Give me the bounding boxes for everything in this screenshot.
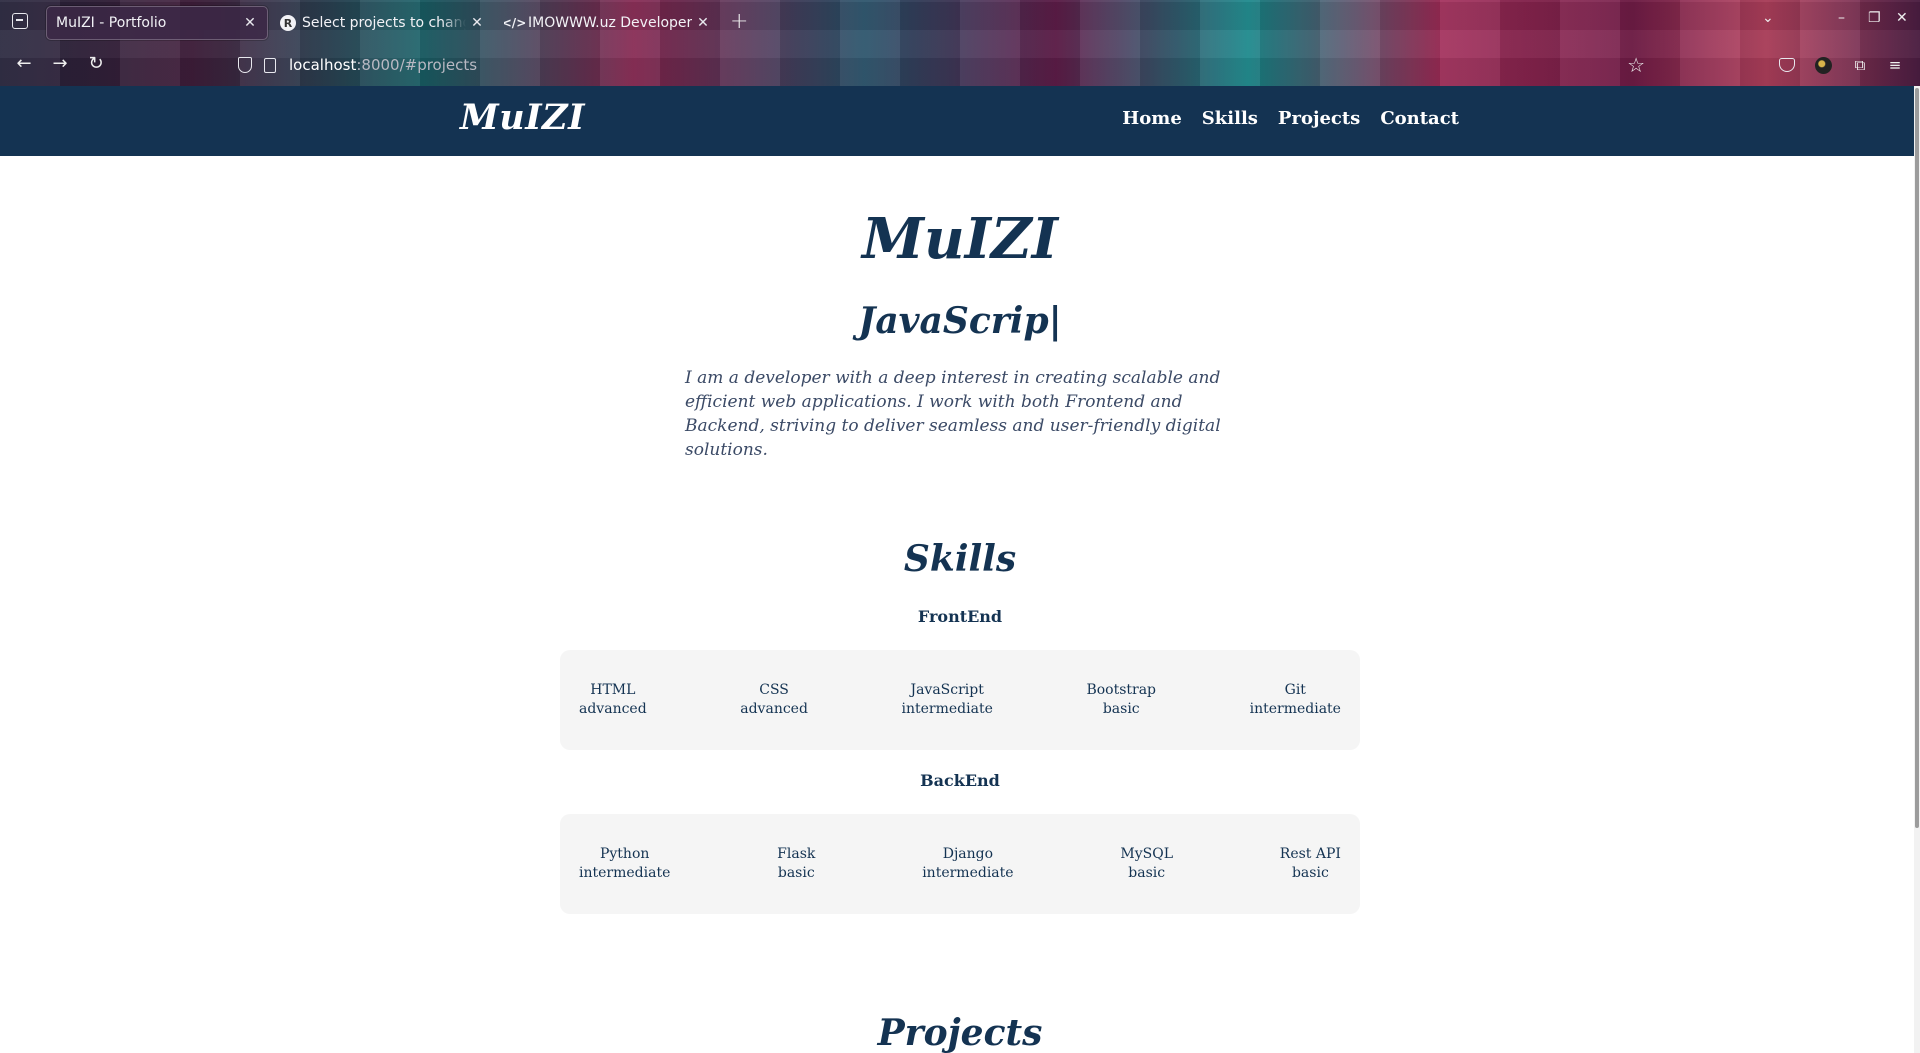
skill-level: basic — [1291, 865, 1329, 881]
forward-icon[interactable]: → — [48, 53, 72, 74]
skill-name: Flask — [777, 846, 816, 862]
bookmark-star-icon[interactable]: ☆ — [1627, 53, 1645, 77]
back-icon[interactable]: ← — [12, 53, 36, 74]
pocket-icon[interactable] — [1779, 58, 1795, 72]
tab-imowww[interactable]: </> IMOWWW.uz Developer ✕ — [504, 6, 714, 40]
projects-section-title: Projects — [877, 1012, 1043, 1053]
shield-icon[interactable] — [238, 57, 252, 73]
url-path: :8000/#projects — [356, 56, 478, 74]
typed-role-text: JavaScrip| — [858, 300, 1062, 342]
scrollbar[interactable] — [1914, 86, 1920, 1053]
tab-portfolio[interactable]: MuIZI - Portfolio ✕ — [46, 6, 268, 40]
skill-level: intermediate — [922, 865, 1014, 881]
restore-icon[interactable]: ❐ — [1868, 10, 1881, 26]
skill-level: intermediate — [901, 701, 993, 717]
close-icon[interactable]: ✕ — [692, 15, 714, 31]
skill-item: CSS advanced — [740, 681, 808, 719]
tab-list-icon[interactable] — [12, 13, 28, 29]
skill-name: HTML — [590, 682, 636, 698]
skill-name: Django — [942, 846, 994, 862]
skill-name: JavaScript — [910, 682, 984, 698]
site-navbar: MuIZI Home Skills Projects Contact — [0, 86, 1914, 156]
page-viewport: MuIZI Home Skills Projects Contact MuIZI… — [0, 86, 1920, 1053]
close-icon[interactable]: ✕ — [239, 15, 261, 31]
skill-name: CSS — [759, 682, 789, 698]
chevron-down-icon[interactable]: ⌄ — [1762, 10, 1774, 26]
skill-name: Bootstrap — [1086, 682, 1157, 698]
skill-item: HTML advanced — [579, 681, 647, 719]
skill-level: intermediate — [1249, 701, 1341, 717]
minimize-icon[interactable]: – — [1838, 10, 1845, 26]
skill-item: JavaScript intermediate — [902, 681, 993, 719]
tab-select-projects[interactable]: R Select projects to change ✕ — [278, 6, 488, 40]
extensions-puzzle-icon[interactable]: ⧉ — [1851, 56, 1869, 74]
nav-link-projects[interactable]: Projects — [1278, 108, 1360, 129]
frontend-skills-box: HTML advanced CSS advanced JavaScript inter… — [560, 650, 1360, 750]
tab-title: MuIZI - Portfolio — [56, 15, 167, 31]
skill-name: MySQL — [1120, 846, 1173, 862]
skill-item: Flask basic — [777, 845, 815, 883]
reload-icon[interactable]: ↻ — [84, 53, 108, 74]
favicon-icon: R — [280, 15, 296, 31]
skill-item: Git intermediate — [1250, 681, 1341, 719]
nav-toolbar: ← → ↻ localhost:8000/#projects ☆ ⧉ ≡ — [0, 44, 1920, 86]
menu-icon[interactable]: ≡ — [1886, 56, 1904, 74]
frontend-group-title: FrontEnd — [917, 607, 1003, 626]
skill-level: intermediate — [579, 865, 671, 881]
scrollbar-thumb[interactable] — [1915, 88, 1919, 828]
close-window-icon[interactable]: ✕ — [1896, 10, 1908, 26]
nav-link-home[interactable]: Home — [1122, 108, 1182, 129]
skill-level: basic — [777, 865, 815, 881]
skill-name: Rest API — [1279, 846, 1341, 862]
backend-skills-box: Python intermediate Flask basic Django inte… — [560, 814, 1360, 914]
extension-icon[interactable] — [1815, 57, 1832, 74]
tab-bar: MuIZI - Portfolio ✕ R Select projects to… — [0, 0, 1920, 44]
skill-name: Python — [599, 846, 650, 862]
page-icon[interactable] — [264, 57, 276, 73]
tab-title: Select projects to change — [302, 15, 466, 31]
browser-chrome: MuIZI - Portfolio ✕ R Select projects to… — [0, 0, 1920, 86]
about-paragraph: I am a developer with a deep interest in… — [685, 368, 1221, 460]
code-icon: </> — [504, 16, 527, 30]
skills-section-title: Skills — [903, 538, 1017, 580]
skill-level: advanced — [740, 701, 808, 717]
backend-group-title: BackEnd — [920, 771, 1000, 790]
skill-item: Bootstrap basic — [1086, 681, 1156, 719]
url-bar[interactable]: localhost:8000/#projects ☆ — [228, 48, 1653, 82]
nav-link-skills[interactable]: Skills — [1202, 108, 1258, 129]
skill-item: MySQL basic — [1120, 845, 1173, 883]
site-logo[interactable]: MuIZI — [460, 97, 585, 138]
url-host: localhost — [289, 56, 357, 74]
skill-level: basic — [1128, 865, 1166, 881]
close-icon[interactable]: ✕ — [466, 15, 488, 31]
skill-level: advanced — [579, 701, 647, 717]
site-menu: Home Skills Projects Contact — [1122, 108, 1459, 129]
tab-title: IMOWWW.uz Developer — [528, 15, 692, 31]
hero-title: MuIZI — [862, 206, 1058, 272]
nav-link-contact[interactable]: Contact — [1380, 108, 1459, 129]
skill-item: Rest API basic — [1280, 845, 1341, 883]
new-tab-icon[interactable]: + — [730, 9, 748, 34]
skill-item: Python intermediate — [579, 845, 670, 883]
skill-item: Django intermediate — [922, 845, 1013, 883]
skill-level: basic — [1102, 701, 1140, 717]
skill-name: Git — [1284, 682, 1306, 698]
